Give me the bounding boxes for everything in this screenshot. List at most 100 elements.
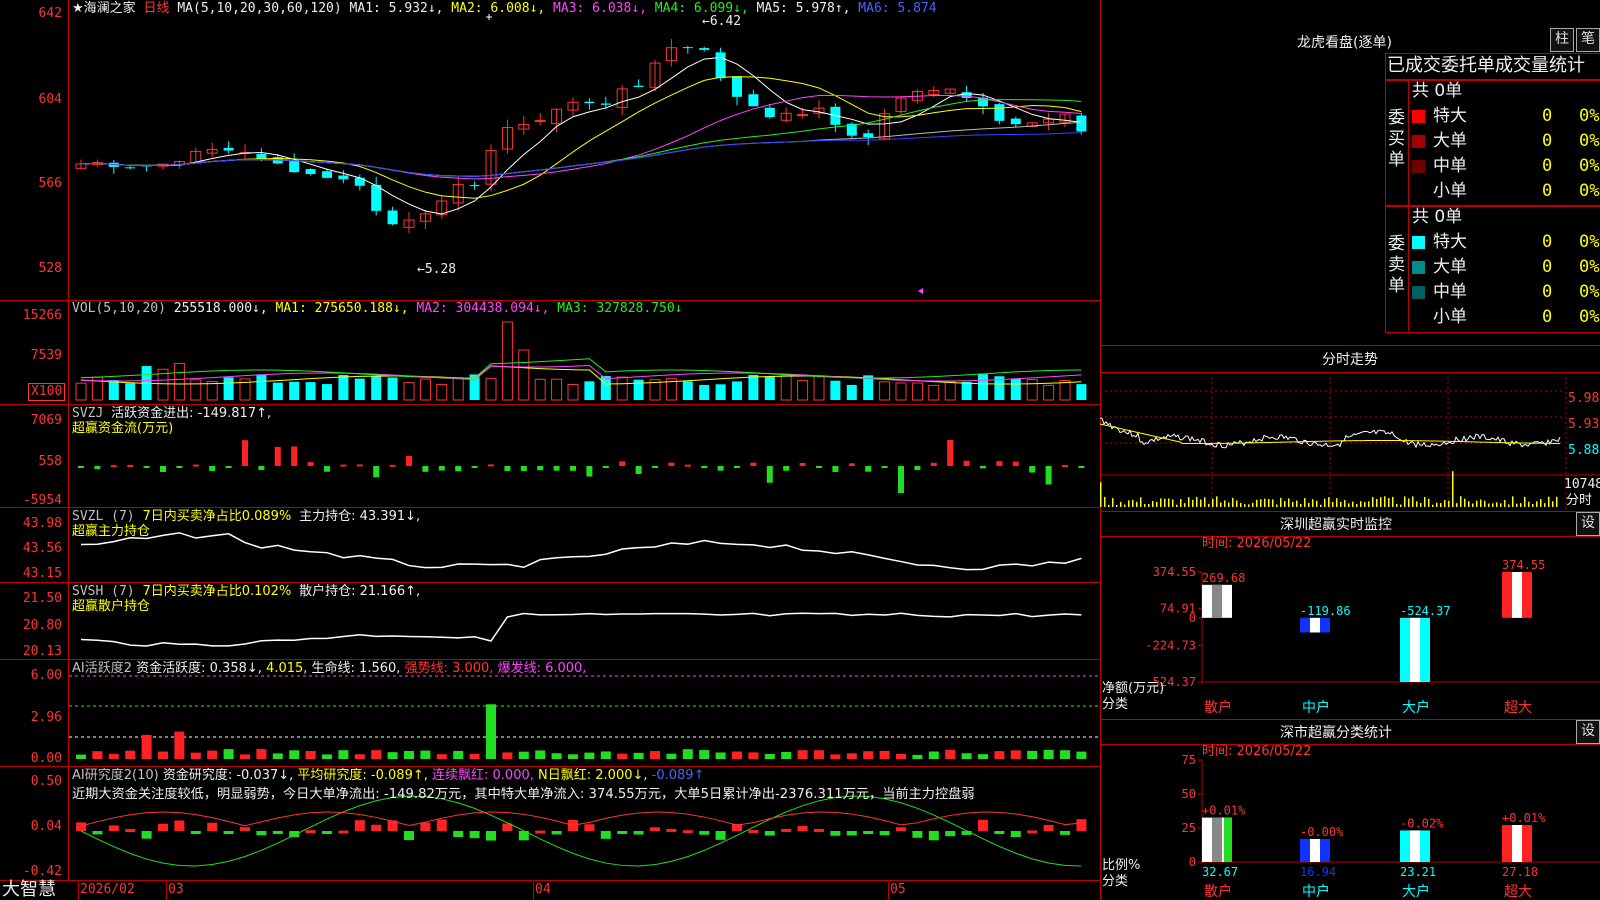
activity-bar bbox=[715, 752, 726, 759]
fenshi-volume-bar bbox=[1276, 504, 1278, 507]
fenshi-volume-bar bbox=[1244, 504, 1246, 507]
fundflow-bar bbox=[389, 464, 396, 467]
kline-ytick: 528 bbox=[38, 261, 62, 276]
fenshi-volume-bar bbox=[1248, 504, 1250, 507]
fenshi-title: 分时走势 bbox=[1322, 352, 1378, 368]
fenshi-volume-bar bbox=[1120, 501, 1122, 507]
vol-unit: X100 bbox=[28, 383, 66, 401]
tick-mode-button[interactable]: 笔 bbox=[1576, 28, 1600, 52]
candle-body bbox=[863, 133, 874, 138]
candle-body bbox=[764, 107, 775, 118]
fenshi-volume-bar bbox=[1128, 500, 1130, 507]
fenshi-volume-bar bbox=[1408, 498, 1410, 507]
research-bar bbox=[305, 830, 316, 834]
buy-total: 共 0单 bbox=[1412, 81, 1463, 101]
fenshi-volume-bar bbox=[1184, 503, 1186, 507]
fenshi-volume-bar bbox=[1512, 496, 1514, 507]
bar-value-label: +0.01% bbox=[1202, 804, 1246, 818]
kline-chart[interactable] bbox=[69, 0, 1100, 880]
fl-settings-button[interactable]: 设 bbox=[1576, 720, 1600, 744]
activity-bar bbox=[436, 754, 447, 759]
svzl-ytick: 43.98 bbox=[22, 516, 62, 531]
fundflow-bar bbox=[78, 466, 84, 468]
category-bar bbox=[1502, 572, 1532, 618]
bar-highlight bbox=[1310, 838, 1320, 862]
activity-bar bbox=[600, 751, 611, 759]
bar-highlight bbox=[1310, 617, 1320, 633]
bar-tick-label: 50 bbox=[1182, 787, 1196, 801]
ma5-value: MA5: 5.978↑, bbox=[756, 1, 851, 16]
fenshi-volume-bar bbox=[1196, 496, 1198, 507]
fenshi-volume-bar bbox=[1352, 501, 1354, 507]
bar-value-label: -0.00% bbox=[1300, 825, 1344, 839]
fundflow-bar bbox=[553, 466, 560, 471]
bar-mode-button[interactable]: 柱 bbox=[1550, 28, 1574, 52]
ai2-v2: 平均研究度: -0.089↑, bbox=[297, 768, 428, 783]
ai2-label: AI研究度2(10) bbox=[72, 768, 159, 783]
volume-bar bbox=[1043, 384, 1055, 401]
volume-bar bbox=[1010, 378, 1021, 400]
ai2-ytick: 0.50 bbox=[30, 774, 62, 789]
research-bar bbox=[863, 831, 874, 834]
bar-highlight bbox=[1212, 817, 1222, 862]
fundflow-bar bbox=[832, 466, 839, 472]
fenshi-volume-bar bbox=[1412, 496, 1414, 507]
volume-bar bbox=[600, 376, 611, 400]
volume-bar bbox=[797, 380, 809, 401]
fundflow-bar bbox=[750, 462, 757, 466]
intraday-chart[interactable] bbox=[1100, 372, 1600, 509]
volume-bar bbox=[338, 374, 349, 400]
volume-bar bbox=[978, 374, 988, 400]
ai1-ytick: 0.00 bbox=[30, 751, 62, 766]
volume-bar bbox=[715, 384, 726, 400]
lhkp-title: 龙虎看盘(逐单) bbox=[1297, 35, 1392, 51]
bar-value-label: 32.67 bbox=[1202, 865, 1238, 879]
sell-row-value: 0 bbox=[1542, 307, 1553, 327]
volume-bar bbox=[879, 381, 891, 401]
vol-ytick: 15266 bbox=[22, 308, 62, 323]
retail-holding-line bbox=[80, 612, 1082, 647]
fenshi-volume-bar bbox=[1344, 499, 1346, 507]
category-bar bbox=[1400, 617, 1430, 682]
volume-bar bbox=[846, 384, 857, 400]
ai1-ytick: 2.96 bbox=[30, 710, 62, 725]
candle-body bbox=[600, 103, 611, 105]
volume-bar bbox=[518, 349, 530, 401]
bar-accent bbox=[1224, 817, 1232, 862]
fenshi-volume-bar bbox=[1104, 496, 1106, 507]
xaxis-label: 03 bbox=[168, 882, 184, 897]
activity-bar bbox=[108, 753, 119, 759]
research-bar bbox=[420, 822, 431, 831]
xaxis-label: 2026/02 bbox=[80, 882, 135, 897]
ma3-value: MA3: 6.038↓, bbox=[553, 1, 647, 16]
fenshi-volume-bar bbox=[1336, 498, 1338, 507]
fenshi-volume-bar bbox=[1380, 497, 1382, 507]
fundflow-bar bbox=[537, 466, 544, 471]
sell-row-label: 特大 bbox=[1433, 232, 1467, 252]
fenshi-volume-bar bbox=[1508, 504, 1510, 507]
svzj-desc: 活跃资金进出: -149.817↑, bbox=[111, 406, 272, 421]
fundflow-bar bbox=[291, 446, 298, 466]
sz-settings-button[interactable]: 设 bbox=[1576, 512, 1600, 536]
fl-unit2: 分类 bbox=[1102, 874, 1129, 889]
category-bar bbox=[1300, 838, 1330, 862]
category-label: 中户 bbox=[1302, 883, 1330, 900]
volume-bar bbox=[354, 378, 365, 400]
volume-bar bbox=[108, 380, 119, 400]
bar-value-label: -524.37 bbox=[1400, 604, 1451, 618]
fenshi-volume-bar bbox=[1112, 498, 1114, 507]
activity-bar bbox=[699, 750, 710, 759]
fenshi-volume-bar bbox=[1420, 502, 1422, 507]
color-swatch-icon bbox=[1412, 285, 1425, 299]
activity-bar bbox=[994, 751, 1005, 759]
fenshi-volume-bar bbox=[1532, 504, 1534, 507]
fenshi-volume-bar bbox=[1164, 498, 1166, 507]
svzj-ytick: 7069 bbox=[30, 413, 62, 428]
fenshi-volume-bar bbox=[1372, 497, 1374, 507]
fenshi-volume-bar bbox=[1520, 503, 1522, 507]
candle-body bbox=[682, 47, 693, 49]
volume-bar bbox=[452, 376, 464, 401]
research-bar bbox=[584, 824, 595, 831]
activity-bar bbox=[617, 753, 628, 759]
period-label[interactable]: 日线 bbox=[144, 1, 170, 16]
